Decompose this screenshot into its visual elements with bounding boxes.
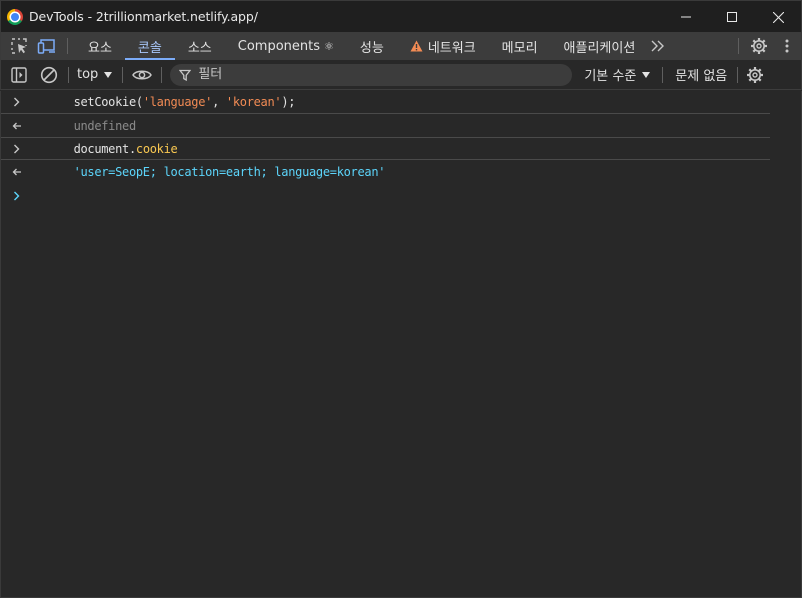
console-output[interactable]: setCookie('language', 'korean'); undefin… — [0, 91, 802, 598]
sidebar-toggle-icon — [11, 66, 27, 83]
prompt-chevron-icon — [1, 191, 32, 201]
kebab-menu-icon — [785, 39, 789, 53]
device-toolbar-button[interactable] — [33, 32, 61, 60]
react-icon: ⚛ — [324, 39, 334, 53]
input-chevron-icon — [1, 144, 32, 154]
maximize-button[interactable] — [709, 1, 755, 33]
inspect-element-button[interactable] — [5, 32, 33, 60]
string-token: 'language' — [142, 95, 213, 109]
toolbar-separator — [662, 66, 664, 83]
tab-performance[interactable]: 성능 — [347, 32, 397, 60]
window-title: DevTools - 2trillionmarket.netlify.app/ — [29, 9, 258, 24]
show-sidebar-button[interactable] — [4, 60, 34, 90]
maximize-icon — [727, 12, 737, 22]
devtools-tab-bar: 요소 콘솔 소스 Components ⚛ 성능 네트워크 메모리 애플리케이션 — [0, 32, 802, 60]
code-token: ); — [281, 95, 296, 109]
close-icon — [772, 11, 784, 23]
tab-sources[interactable]: 소스 — [175, 32, 225, 60]
gear-icon — [747, 66, 764, 83]
minimize-button[interactable] — [663, 1, 709, 33]
chrome-logo-icon — [7, 8, 23, 25]
console-prompt[interactable] — [1, 183, 770, 209]
string-result-token: 'user=SeopE; location=earth; language=ko… — [73, 164, 386, 179]
tab-label: 소스 — [187, 40, 212, 56]
console-result-message: 'user=SeopE; location=earth; language=ko… — [1, 160, 770, 183]
issues-counter[interactable]: 문제 없음 — [669, 65, 733, 84]
tab-label: 네트워크 — [427, 40, 476, 56]
device-toggle-icon — [37, 39, 55, 54]
caret-down-icon — [642, 71, 651, 78]
more-tabs-button[interactable] — [644, 32, 672, 60]
input-chevron-icon — [1, 97, 32, 107]
string-token: 'korean' — [225, 95, 282, 109]
tab-components[interactable]: Components ⚛ — [225, 32, 347, 60]
toolbar-separator — [737, 66, 739, 83]
log-levels-label: 기본 수준 — [584, 69, 637, 84]
console-settings-button[interactable] — [740, 60, 770, 90]
eye-icon — [132, 70, 153, 79]
gear-icon — [751, 38, 767, 54]
context-label: top — [77, 67, 99, 82]
result-arrow-icon — [1, 121, 32, 131]
tab-label: 애플리케이션 — [563, 40, 636, 56]
tab-application[interactable]: 애플리케이션 — [551, 32, 649, 60]
tab-label: 성능 — [359, 40, 384, 56]
tab-network[interactable]: 네트워크 — [397, 32, 489, 60]
inspect-cursor-icon — [11, 38, 27, 54]
code-token: , — [212, 95, 226, 109]
toolbar-separator — [67, 38, 68, 54]
warning-icon — [410, 40, 423, 52]
caret-down-icon — [104, 71, 113, 78]
tab-elements[interactable]: 요소 — [75, 32, 125, 60]
tab-memory[interactable]: 메모리 — [489, 32, 551, 60]
tabbar-right-actions — [732, 32, 801, 60]
tab-console[interactable]: 콘솔 — [124, 32, 175, 60]
double-chevron-right-icon — [651, 40, 665, 52]
minimize-icon — [681, 16, 691, 18]
filter-input[interactable] — [198, 67, 549, 82]
settings-button[interactable] — [745, 32, 773, 60]
title-bar: DevTools - 2trillionmarket.netlify.app/ — [0, 0, 802, 32]
tab-label: 메모리 — [501, 40, 538, 56]
tab-label: 요소 — [88, 40, 112, 56]
more-options-button[interactable] — [773, 32, 801, 60]
window-controls — [663, 1, 801, 33]
result-arrow-icon — [1, 167, 32, 177]
tab-label: Components — [237, 38, 321, 54]
log-levels-dropdown[interactable]: 기본 수준 — [584, 65, 651, 84]
close-button[interactable] — [755, 1, 801, 33]
toolbar-separator — [738, 38, 739, 54]
tab-label: 콘솔 — [137, 40, 162, 56]
filter-funnel-icon — [179, 69, 192, 81]
